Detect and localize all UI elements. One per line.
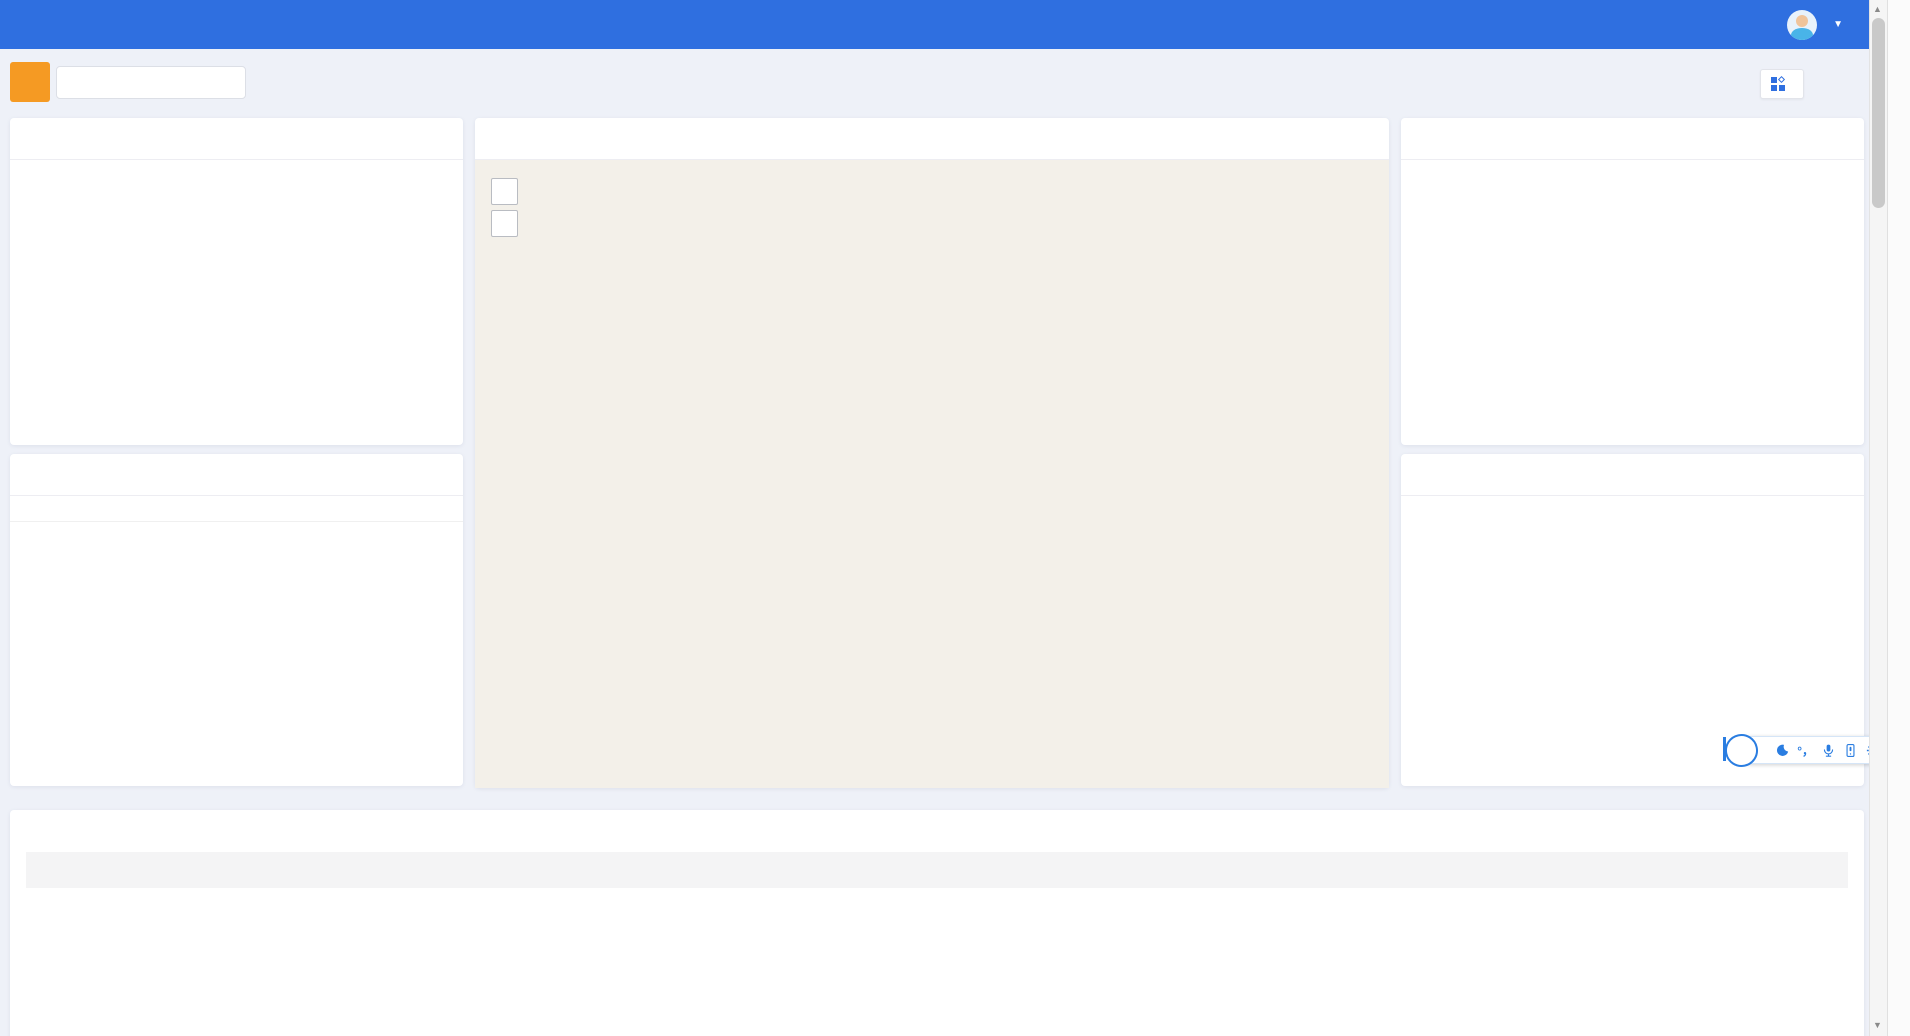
date-picker-input[interactable] bbox=[56, 66, 246, 99]
polluter-table bbox=[10, 522, 463, 526]
realtime-card bbox=[10, 810, 1864, 1036]
page-scrollbar[interactable]: ▲ ▼ bbox=[1869, 0, 1887, 1036]
scroll-down-icon[interactable]: ▼ bbox=[1873, 1020, 1882, 1030]
microphone-icon[interactable] bbox=[1821, 743, 1836, 758]
punctuation-icon[interactable]: °， bbox=[1797, 742, 1814, 759]
gauges bbox=[10, 160, 463, 196]
map-canvas[interactable] bbox=[475, 160, 1389, 788]
scrollbar-thumb[interactable] bbox=[1872, 18, 1885, 208]
night-mode-moon-icon[interactable] bbox=[1775, 743, 1790, 758]
realtime-table-header bbox=[26, 852, 1848, 888]
handwriting-pad-icon[interactable] bbox=[1843, 743, 1858, 758]
user-avatar bbox=[1787, 10, 1817, 40]
polluter-summary bbox=[10, 496, 463, 522]
alarm-rank-card bbox=[1401, 118, 1864, 445]
system-menu-button[interactable] bbox=[1760, 69, 1804, 99]
org-tree-button[interactable] bbox=[10, 62, 50, 102]
chevron-down-icon: ▼ bbox=[1833, 19, 1843, 30]
ifly-input-toolbar: °， bbox=[1738, 736, 1890, 764]
user-menu[interactable]: ▼ bbox=[1777, 0, 1869, 49]
transmission-card bbox=[10, 118, 463, 445]
annotation-tool-rail bbox=[1887, 0, 1910, 1036]
dashboard-content bbox=[0, 49, 1869, 1036]
polluter-rank-card bbox=[10, 454, 463, 786]
zoom-out-button[interactable] bbox=[491, 210, 518, 237]
scroll-up-icon[interactable]: ▲ bbox=[1873, 4, 1882, 14]
top-navbar: ▼ bbox=[0, 0, 1869, 49]
map-zoom-controls bbox=[491, 178, 518, 242]
grid-icon bbox=[1771, 77, 1786, 92]
zoom-in-button[interactable] bbox=[491, 178, 518, 205]
map-card bbox=[475, 118, 1389, 788]
